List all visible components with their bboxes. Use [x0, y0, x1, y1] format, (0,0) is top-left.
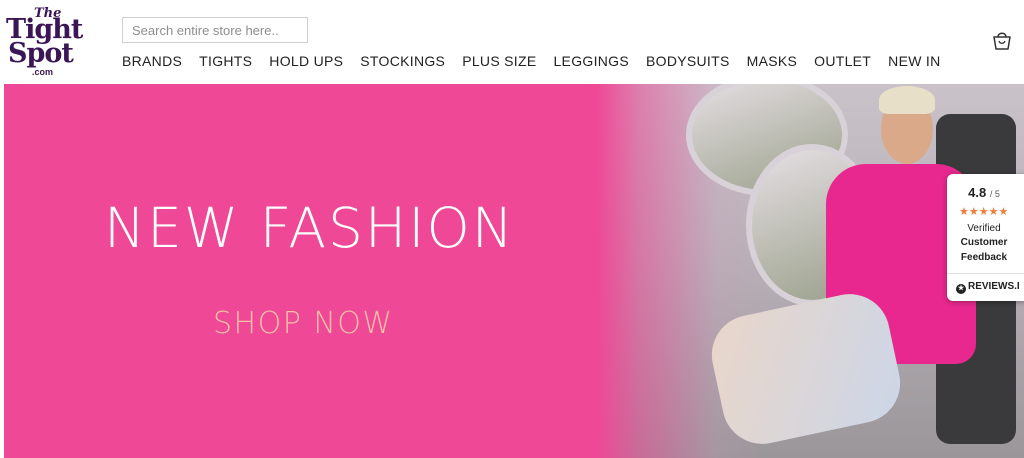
site-header: The Tight Spot .com BRANDS TIGHTS HOLD U…	[0, 0, 1024, 84]
nav-item-new-in[interactable]: NEW IN	[888, 53, 940, 69]
reviews-logo-icon: ★	[956, 284, 966, 294]
model-hair	[879, 86, 935, 114]
logo-line-spot: Spot	[8, 38, 74, 69]
nav-item-outlet[interactable]: OUTLET	[814, 53, 871, 69]
rating-scale: / 5	[989, 189, 1000, 199]
rating-value: 4.8	[968, 185, 987, 200]
reviews-link-label: REVIEWS.I	[968, 281, 1020, 292]
shop-now-link[interactable]: SHOP NOW	[213, 306, 394, 341]
badge-verified-text: Verified	[967, 223, 1001, 234]
nav-item-tights[interactable]: TIGHTS	[199, 53, 252, 69]
main-nav: BRANDS TIGHTS HOLD UPS STOCKINGS PLUS SI…	[122, 53, 958, 69]
nav-item-masks[interactable]: MASKS	[747, 53, 798, 69]
rating-score: 4.8 / 5	[947, 185, 1021, 200]
shopping-bag-icon[interactable]	[990, 28, 1014, 52]
nav-item-bodysuits[interactable]: BODYSUITS	[646, 53, 730, 69]
search-input[interactable]	[122, 17, 308, 43]
rating-stars: ★★★★★	[959, 205, 1009, 218]
reviews-link[interactable]: ★ REVIEWS.I	[956, 281, 1020, 294]
hero-title: NEW FASHION	[104, 196, 515, 260]
hero-banner[interactable]: NEW FASHION SHOP NOW	[4, 84, 1024, 458]
badge-divider	[947, 273, 1024, 274]
nav-item-brands[interactable]: BRANDS	[122, 53, 182, 69]
nav-item-stockings[interactable]: STOCKINGS	[360, 53, 445, 69]
badge-feedback-text: Feedback	[960, 252, 1008, 263]
nav-item-leggings[interactable]: LEGGINGS	[553, 53, 629, 69]
nav-item-plus-size[interactable]: PLUS SIZE	[462, 53, 536, 69]
site-logo[interactable]: The Tight Spot .com	[4, 6, 86, 80]
model-legs	[704, 286, 908, 452]
badge-customer-text: Customer	[960, 237, 1008, 248]
reviews-badge[interactable]: 4.8 / 5 ★★★★★ Verified Customer Feedback…	[947, 174, 1024, 301]
nav-item-hold-ups[interactable]: HOLD UPS	[269, 53, 343, 69]
logo-line-com: .com	[32, 67, 54, 77]
